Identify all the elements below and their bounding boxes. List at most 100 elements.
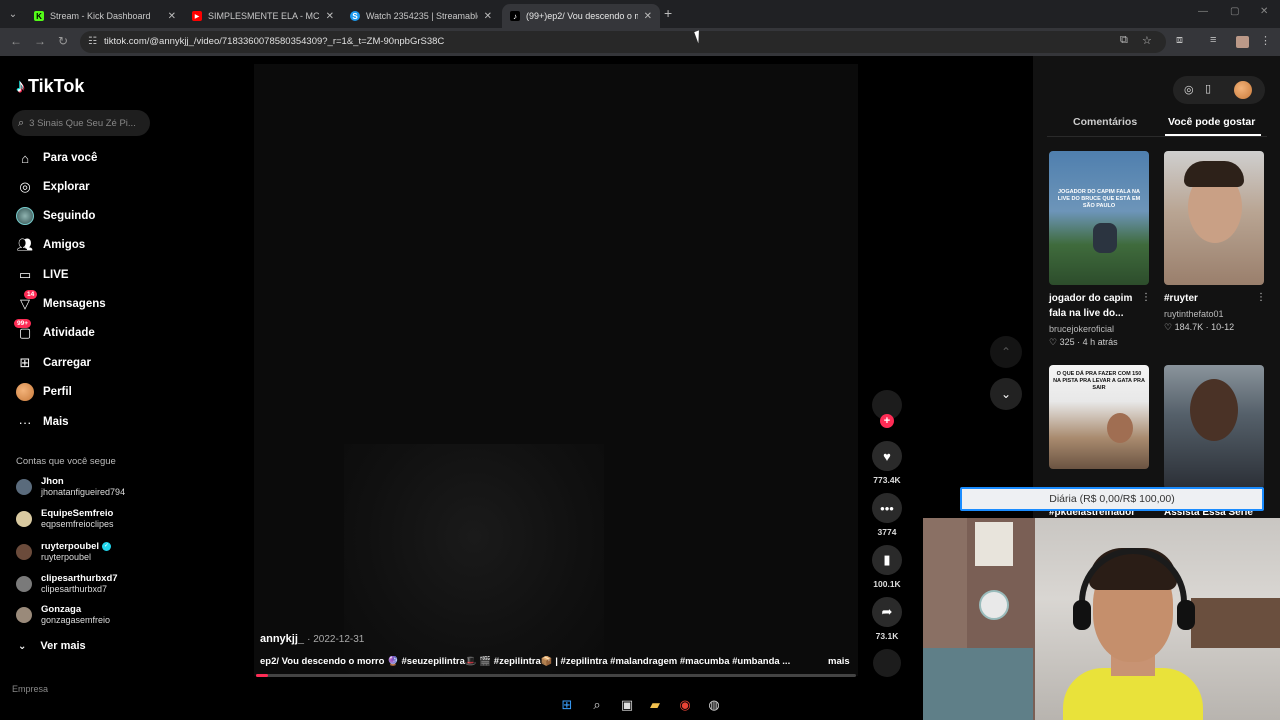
nav-item-explorar[interactable]: ◎ Explorar (16, 177, 89, 197)
compass-icon[interactable]: ◎ (1184, 83, 1194, 96)
cast-icon[interactable]: ⧉ (1120, 34, 1128, 47)
video-player[interactable] (254, 64, 858, 676)
followed-account[interactable]: ruyterpoubel ✓ ruyterpoubel (16, 541, 150, 563)
tiktok-logo[interactable]: ♪ TikTok (16, 76, 84, 97)
new-tab-icon[interactable]: + (664, 5, 672, 21)
followed-account[interactable]: Jhon jhonatanfigueired794 (16, 476, 150, 498)
nav-item-seguindo[interactable]: Seguindo (16, 206, 95, 226)
account-name: ruyterpoubel (41, 541, 100, 552)
reload-icon[interactable]: ↻ (58, 34, 68, 48)
forward-icon[interactable]: → (34, 34, 46, 48)
account-handle: ruyterpoubel (41, 552, 92, 562)
card-meta: ♡ 325 · 4 h atrás (1049, 337, 1118, 347)
account-name: EquipeSemfreio (41, 508, 114, 519)
tab-title: (99+)ep2/ Vou descendo o mo (526, 11, 638, 21)
save-button[interactable]: ▮ 100.1K (872, 545, 902, 589)
following-section-title: Contas que você segue (16, 456, 116, 467)
close-tab-icon[interactable]: ✕ (644, 11, 652, 22)
headset-icon (1079, 548, 1187, 620)
taskbar-search-icon[interactable]: ⌕ (588, 696, 606, 714)
nav-item-mais[interactable]: ··· Mais (16, 412, 69, 432)
user-avatar[interactable] (1234, 81, 1252, 99)
music-disc-icon[interactable] (873, 649, 901, 677)
nav-item-mensagens[interactable]: ▽ 14 Mensagens (16, 290, 106, 314)
share-button[interactable]: ➦ 73.1K (872, 597, 902, 641)
close-window-icon[interactable]: ✕ (1260, 6, 1268, 17)
video-thumbnail[interactable]: JOGADOR DO CAPIM FALA NA LIVE DO BRUCE Q… (1049, 151, 1149, 285)
kebab-menu-icon[interactable]: ⋮ (1260, 34, 1271, 47)
card-username[interactable]: brucejokeroficial (1049, 324, 1114, 334)
nav-item-atividade[interactable]: ▢ 99+ Atividade (14, 319, 95, 343)
video-thumbnail[interactable] (1164, 365, 1264, 489)
video-date: 2022-12-31 (313, 634, 365, 645)
minimize-icon[interactable]: — (1198, 6, 1208, 17)
share-icon: ➦ (872, 597, 902, 627)
bookmark-icon: ▮ (872, 545, 902, 575)
sidebar: ♪ TikTok ⌕ 3 Sinais Que Seu Zé Pi... ⌂ P… (0, 56, 150, 720)
task-view-icon[interactable]: ▣ (618, 696, 636, 714)
close-tab-icon[interactable]: ✕ (168, 11, 176, 22)
nav-item-live[interactable]: ▭ LIVE (16, 265, 69, 285)
like-button[interactable]: ♥ 773.4K (872, 441, 902, 485)
phone-icon[interactable]: ▯ (1205, 82, 1211, 95)
card-username[interactable]: ruytinthefato01 (1164, 309, 1224, 319)
previous-video-button[interactable]: ⌃ (990, 336, 1022, 368)
browser-tab[interactable]: S Watch 2354235 | Streamable ✕ (342, 4, 500, 28)
card-more-icon[interactable]: ⋮ (1141, 292, 1151, 303)
video-progress-bar[interactable] (256, 674, 856, 677)
compass-icon: ◎ (19, 179, 31, 194)
tab-voce-pode-gostar[interactable]: Você pode gostar (1168, 116, 1255, 128)
video-thumbnail[interactable] (1164, 151, 1264, 285)
caption-more-button[interactable]: mais (828, 656, 850, 667)
bookmark-star-icon[interactable]: ☆ (1142, 34, 1152, 47)
thumbnail-hair (1184, 161, 1244, 187)
browser-tab-active[interactable]: ♪ (99+)ep2/ Vou descendo o mo ✕ (502, 4, 660, 28)
extensions-icon[interactable]: ⧈ (1176, 34, 1183, 47)
close-tab-icon[interactable]: ✕ (484, 11, 492, 22)
tab-comentarios[interactable]: Comentários (1073, 116, 1137, 128)
omnibox[interactable]: ☷ tiktok.com/@annykjj_/video/71833600785… (80, 31, 1166, 53)
chrome-icon[interactable]: ◉ (676, 696, 694, 714)
card-title[interactable]: #ruyter (1164, 291, 1198, 306)
obs-icon[interactable]: ◍ (705, 696, 723, 714)
windows-start-icon[interactable]: ⊞ (558, 696, 576, 714)
nav-item-para-voce[interactable]: ⌂ Para você (16, 148, 97, 168)
webcam-overlay (923, 518, 1280, 720)
comment-button[interactable]: ••• 3774 (872, 493, 902, 537)
see-more-button[interactable]: ⌄ Ver mais (16, 640, 86, 652)
card-likes: 184.7K (1174, 322, 1204, 332)
close-tab-icon[interactable]: ✕ (326, 11, 334, 22)
next-video-button[interactable]: ⌄ (990, 378, 1022, 410)
nav-label: LIVE (43, 269, 69, 281)
follow-plus-icon[interactable]: + (880, 414, 894, 428)
site-info-icon[interactable]: ☷ (88, 36, 97, 47)
nav-item-perfil[interactable]: Perfil (16, 382, 72, 402)
video-author[interactable]: annykjj_ · 2022-12-31 (260, 633, 364, 645)
search-input[interactable]: ⌕ 3 Sinais Que Seu Zé Pi... (12, 110, 150, 136)
card-title[interactable]: jogador do capim fala na live do... (1049, 291, 1132, 321)
maximize-icon[interactable]: ▢ (1230, 6, 1239, 17)
video-thumbnail[interactable]: O QUE DÁ PRA FAZER COM 150 NA PISTA PRA … (1049, 365, 1149, 469)
nav-item-amigos[interactable]: 👥︎ Amigos (16, 235, 85, 255)
followed-account[interactable]: Gonzaga gonzagasemfreio (16, 604, 150, 626)
browser-tab[interactable]: K Stream - Kick Dashboard ✕ (26, 4, 184, 28)
account-handle: clipesarthurbxd7 (41, 584, 108, 594)
see-more-label: Ver mais (40, 640, 86, 652)
card-more-icon[interactable]: ⋮ (1256, 292, 1266, 303)
url-text[interactable]: tiktok.com/@annykjj_/video/7183360078580… (104, 36, 444, 47)
footer-section-title: Empresa (12, 684, 49, 694)
avatar (16, 576, 32, 592)
account-name: clipesarthurbxd7 (41, 573, 118, 584)
file-explorer-icon[interactable]: ▰ (646, 696, 664, 714)
followed-account[interactable]: EquipeSemfreio eqpsemfreioclipes (16, 508, 150, 530)
reading-list-icon[interactable]: ≡ (1210, 34, 1216, 46)
avatar (16, 479, 32, 495)
back-icon[interactable]: ← (10, 34, 22, 48)
nav-item-carregar[interactable]: ⊞ Carregar (16, 353, 91, 373)
browser-profile-icon[interactable] (1236, 36, 1249, 48)
address-toolbar: ← → ↻ ☷ tiktok.com/@annykjj_/video/71833… (0, 28, 1280, 56)
followed-account[interactable]: clipesarthurbxd7 clipesarthurbxd7 (16, 573, 150, 595)
tab-search-chevron-icon[interactable]: ⌄ (4, 5, 22, 23)
browser-tab[interactable]: ▶ SIMPLESMENTE ELA - MC GAB ✕ (184, 4, 342, 28)
chevron-down-icon: ⌄ (18, 640, 27, 652)
